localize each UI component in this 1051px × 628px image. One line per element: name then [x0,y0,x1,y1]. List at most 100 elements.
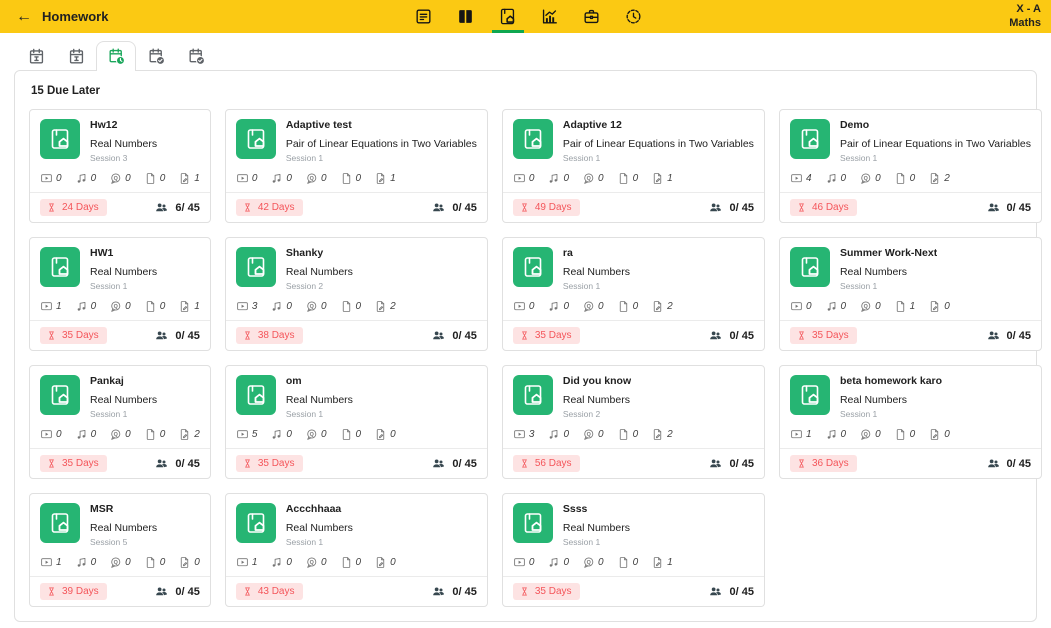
question-count: Q 0 [582,300,604,313]
analytics-icon[interactable] [532,0,568,33]
submissions-count: 0/ 45 [986,456,1031,471]
document-icon [617,300,630,313]
group-icon [708,456,723,471]
card-body: om Real Numbers Session 1 [226,366,487,419]
card-footer: 35 Days 0/ 45 [503,576,764,606]
homework-card[interactable]: Hw12 Real Numbers Session 3 0 0 Q 0 0 [29,109,211,223]
card-body: Pankaj Real Numbers Session 1 [30,366,210,419]
homework-card[interactable]: Summer Work-Next Real Numbers Session 1 … [779,237,1042,351]
homework-card[interactable]: Adaptive test Pair of Linear Equations i… [225,109,488,223]
card-chapter: Real Numbers [563,522,630,534]
group-icon [154,584,169,599]
classwork-bag-icon[interactable] [574,0,610,33]
worksheet-edit-icon [374,428,387,441]
card-footer: 38 Days 0/ 45 [226,320,487,350]
card-session: Session 5 [90,537,157,547]
card-stats: 3 0 Q 0 0 2 [226,291,487,320]
group-icon [431,200,446,215]
question-bubble-icon: Q [109,428,122,441]
tests-icon[interactable] [406,0,442,33]
submissions-label: 0/ 45 [175,586,199,598]
submissions-label: 0/ 45 [452,330,476,342]
hourglass-icon [519,458,530,469]
homework-tabs [0,33,1051,70]
card-chapter: Real Numbers [90,522,157,534]
svg-text:Q: Q [114,176,118,182]
homework-book-icon [513,247,553,287]
homework-card[interactable]: Ssss Real Numbers Session 1 0 0 Q 0 0 [502,493,765,607]
card-title: Summer Work-Next [840,247,937,259]
homework-card[interactable]: HW1 Real Numbers Session 1 1 0 Q 0 0 [29,237,211,351]
video-count: 0 [513,172,535,185]
history-clock-icon[interactable] [616,0,652,33]
music-note-icon [825,428,838,441]
worksheet-count: 2 [374,300,396,313]
book-icon[interactable] [448,0,484,33]
worksheet-edit-icon [178,300,191,313]
card-chapter: Real Numbers [286,522,353,534]
homework-card[interactable]: MSR Real Numbers Session 5 1 0 Q 0 0 [29,493,211,607]
tab-calendar-date-1[interactable] [16,41,56,71]
video-count: 3 [236,300,258,313]
tab-completed-1[interactable] [136,41,176,71]
card-info: Shanky Real Numbers Session 2 [286,247,353,291]
worksheet-count: 1 [374,172,396,185]
card-chapter: Pair of Linear Equations in Two Variable… [840,138,1031,150]
card-info: Ssss Real Numbers Session 1 [563,503,630,547]
question-bubble-icon: Q [582,300,595,313]
group-icon [154,200,169,215]
tab-due-later[interactable] [96,41,136,71]
due-days-badge: 24 Days [40,199,107,216]
card-body: Accchhaaa Real Numbers Session 1 [226,494,487,547]
card-stats: 0 0 Q 0 0 2 [503,291,764,320]
card-body: Ssss Real Numbers Session 1 [503,494,764,547]
submissions-count: 0/ 45 [708,200,753,215]
audio-count: 0 [547,556,569,569]
card-body: ra Real Numbers Session 1 [503,238,764,291]
card-title: HW1 [90,247,157,259]
card-title: Did you know [563,375,631,387]
homework-card[interactable]: Demo Pair of Linear Equations in Two Var… [779,109,1042,223]
homework-card[interactable]: ra Real Numbers Session 1 0 0 Q 0 0 [502,237,765,351]
back-arrow-icon[interactable]: ← [16,9,32,25]
document-icon [340,300,353,313]
due-days-badge: 36 Days [790,455,857,472]
card-session: Session 1 [563,537,630,547]
question-bubble-icon: Q [859,172,872,185]
group-icon [986,328,1001,343]
homework-card[interactable]: Adaptive 12 Pair of Linear Equations in … [502,109,765,223]
card-title: Adaptive test [286,119,477,131]
homework-card[interactable]: Shanky Real Numbers Session 2 3 0 Q 0 0 [225,237,488,351]
hourglass-icon [796,330,807,341]
audio-count: 0 [75,172,97,185]
audio-count: 0 [270,172,292,185]
card-footer: 35 Days 0/ 45 [226,448,487,478]
worksheet-count: 1 [651,172,673,185]
card-body: Adaptive test Pair of Linear Equations i… [226,110,487,163]
video-icon [40,300,53,313]
homework-card[interactable]: Accchhaaa Real Numbers Session 1 1 0 Q 0… [225,493,488,607]
document-count: 0 [894,172,916,185]
submissions-label: 0/ 45 [729,330,753,342]
card-footer: 35 Days 0/ 45 [503,320,764,350]
submissions-count: 0/ 45 [986,200,1031,215]
homework-icon[interactable] [490,0,526,33]
homework-book-icon [40,119,80,159]
question-count: Q 0 [305,428,327,441]
due-days-label: 46 Days [812,202,849,213]
card-footer: 36 Days 0/ 45 [780,448,1041,478]
document-count: 0 [340,172,362,185]
question-bubble-icon: Q [582,556,595,569]
card-stats: 0 0 Q 0 0 2 [30,419,210,448]
card-footer: 35 Days 0/ 45 [30,448,210,478]
homework-card[interactable]: Did you know Real Numbers Session 2 3 0 … [502,365,765,479]
due-days-badge: 35 Days [513,327,580,344]
question-count: Q 0 [582,556,604,569]
tab-completed-2[interactable] [176,41,216,71]
homework-card[interactable]: beta homework karo Real Numbers Session … [779,365,1042,479]
worksheet-count: 2 [651,428,673,441]
homework-book-icon [513,503,553,543]
homework-card[interactable]: Pankaj Real Numbers Session 1 0 0 Q 0 0 [29,365,211,479]
tab-calendar-date-2[interactable] [56,41,96,71]
homework-card[interactable]: om Real Numbers Session 1 5 0 Q 0 0 [225,365,488,479]
